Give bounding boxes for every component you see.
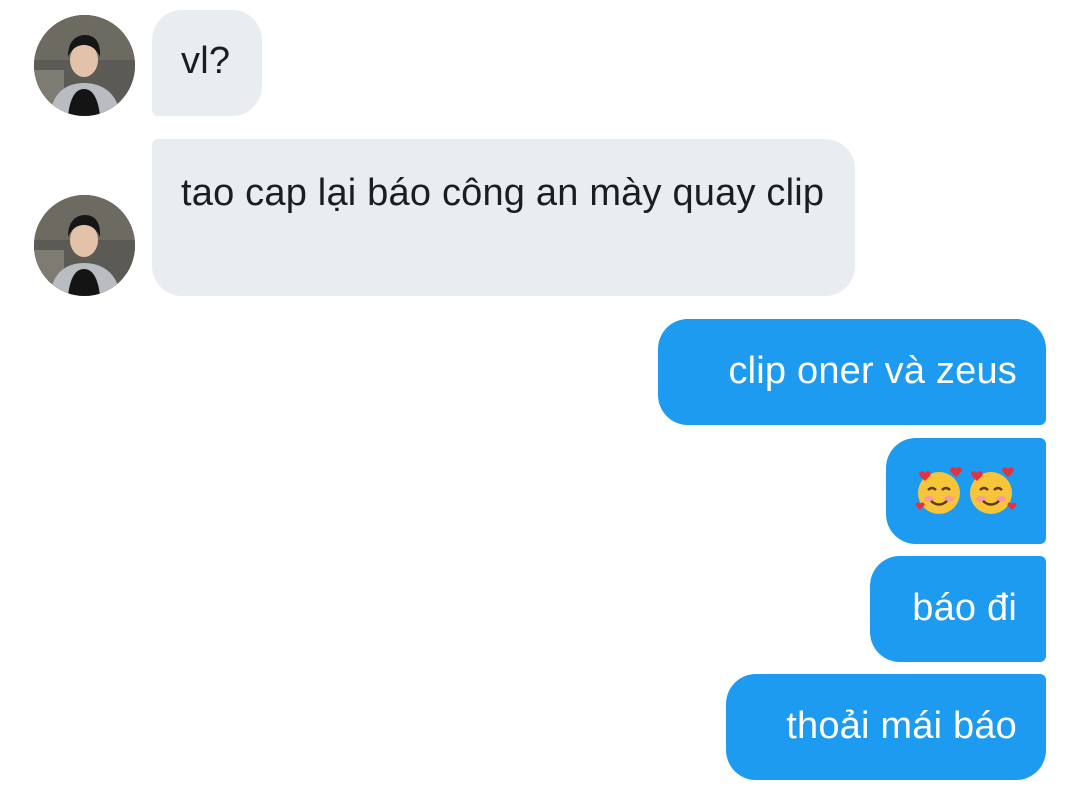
- person-photo-icon: [34, 195, 135, 296]
- message-text: thoải mái báo: [786, 705, 1017, 747]
- outgoing-emoji-message[interactable]: [886, 438, 1046, 544]
- person-photo-icon: [34, 15, 135, 116]
- message-text: tao cap lại báo công an mày quay clip: [181, 172, 825, 214]
- message-text: báo đi: [912, 587, 1017, 629]
- message-text: vl?: [181, 40, 231, 82]
- outgoing-message[interactable]: thoải mái báo: [726, 674, 1046, 780]
- smiling-face-with-hearts-icon: [915, 467, 1017, 514]
- contact-avatar[interactable]: [34, 195, 135, 296]
- incoming-message[interactable]: tao cap lại báo công an mày quay clip: [152, 139, 855, 296]
- message-text: clip oner và zeus: [728, 350, 1017, 392]
- incoming-message[interactable]: vl?: [152, 10, 262, 116]
- outgoing-message[interactable]: báo đi: [870, 556, 1046, 662]
- contact-avatar[interactable]: [34, 15, 135, 116]
- outgoing-message[interactable]: clip oner và zeus: [658, 319, 1046, 425]
